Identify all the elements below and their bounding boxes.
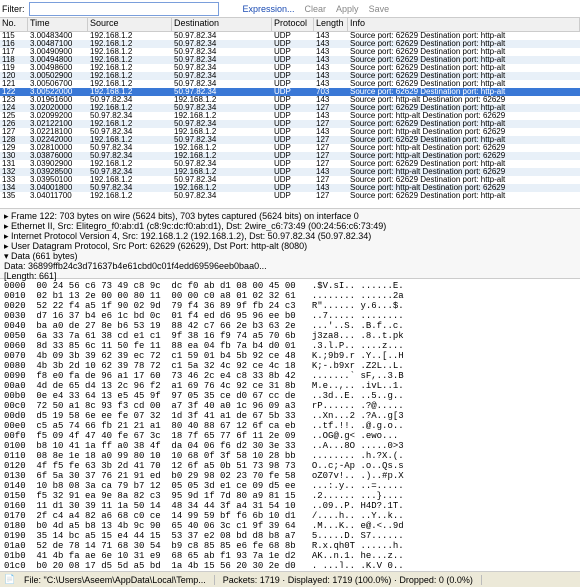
file-icon: 📄: [4, 574, 16, 586]
col-time[interactable]: Time: [28, 18, 88, 31]
filter-toolbar: Filter: Expression... Clear Apply Save: [0, 0, 580, 18]
detail-line[interactable]: ▾ Data (661 bytes): [4, 251, 576, 261]
packet-row[interactable]: 1243.02020000192.168.1.250.97.82.34UDP12…: [0, 104, 580, 112]
packet-row[interactable]: 1173.00490900192.168.1.250.97.82.34UDP14…: [0, 48, 580, 56]
col-destination[interactable]: Destination: [172, 18, 272, 31]
status-file: File: "C:\Users\Aseem\AppData\Local\Temp…: [24, 575, 215, 585]
col-source[interactable]: Source: [88, 18, 172, 31]
col-length[interactable]: Length: [314, 18, 348, 31]
packet-row[interactable]: 1213.00506700192.168.1.250.97.82.34UDP14…: [0, 80, 580, 88]
packet-list-header: No. Time Source Destination Protocol Len…: [0, 18, 580, 32]
packet-row[interactable]: 1263.02122100192.168.1.250.97.82.34UDP12…: [0, 120, 580, 128]
packet-row[interactable]: 1333.03950100192.168.1.250.97.82.34UDP12…: [0, 176, 580, 184]
packet-row[interactable]: 1163.00487100192.168.1.250.97.82.34UDP14…: [0, 40, 580, 48]
detail-line[interactable]: ▸ Internet Protocol Version 4, Src: 192.…: [4, 231, 576, 241]
packet-row[interactable]: 1343.0400180050.97.82.34192.168.1.2UDP14…: [0, 184, 580, 192]
col-no[interactable]: No.: [0, 18, 28, 31]
detail-line[interactable]: ▸ Ethernet II, Src: Elitegro_f0:ab:d1 (c…: [4, 221, 576, 231]
packet-row[interactable]: 1193.00498600192.168.1.250.97.82.34UDP14…: [0, 64, 580, 72]
packet-details-pane[interactable]: ▸ Frame 122: 703 bytes on wire (5624 bit…: [0, 208, 580, 278]
packet-row[interactable]: 1313.03902900192.168.1.250.97.82.34UDP12…: [0, 160, 580, 168]
hex-dump-pane[interactable]: 0000 00 24 56 c6 73 49 c8 9c dc f0 ab d1…: [0, 278, 580, 568]
expression-link[interactable]: Expression...: [243, 4, 295, 14]
detail-line[interactable]: ▸ Frame 122: 703 bytes on wire (5624 bit…: [4, 211, 576, 221]
status-bar: 📄 File: "C:\Users\Aseem\AppData\Local\Te…: [0, 571, 580, 587]
col-info[interactable]: Info: [348, 18, 580, 31]
filter-input[interactable]: [29, 2, 219, 16]
packet-row[interactable]: 1183.00494800192.168.1.250.97.82.34UDP14…: [0, 56, 580, 64]
packet-row[interactable]: 1293.0281000050.97.82.34192.168.1.2UDP12…: [0, 144, 580, 152]
save-button[interactable]: Save: [369, 4, 390, 14]
col-protocol[interactable]: Protocol: [272, 18, 314, 31]
clear-button[interactable]: Clear: [305, 4, 327, 14]
packet-row[interactable]: 1203.00502900192.168.1.250.97.82.34UDP14…: [0, 72, 580, 80]
packet-row[interactable]: 1153.00483400192.168.1.250.97.82.34UDP14…: [0, 32, 580, 40]
packet-row[interactable]: 1233.0196160050.97.82.34192.168.1.2UDP14…: [0, 96, 580, 104]
detail-line[interactable]: ▸ User Datagram Protocol, Src Port: 6262…: [4, 241, 576, 251]
packet-row[interactable]: 1283.02242000192.168.1.250.97.82.34UDP12…: [0, 136, 580, 144]
status-packets: Packets: 1719 · Displayed: 1719 (100.0%)…: [223, 575, 482, 585]
packet-row[interactable]: 1303.0387600050.97.82.34192.168.1.2UDP12…: [0, 152, 580, 160]
packet-row[interactable]: 1223.00522000192.168.1.250.97.82.34UDP70…: [0, 88, 580, 96]
packet-row[interactable]: 1253.0209920050.97.82.34192.168.1.2UDP14…: [0, 112, 580, 120]
filter-label: Filter:: [2, 4, 25, 14]
detail-line[interactable]: Data: 36899ffb24c3d71637b4e61cbd0c01f4ed…: [4, 261, 576, 271]
packet-list[interactable]: 1153.00483400192.168.1.250.97.82.34UDP14…: [0, 32, 580, 208]
apply-button[interactable]: Apply: [336, 4, 359, 14]
packet-row[interactable]: 1273.0221810050.97.82.34192.168.1.2UDP14…: [0, 128, 580, 136]
packet-row[interactable]: 1353.04011700192.168.1.250.97.82.34UDP12…: [0, 192, 580, 200]
packet-row[interactable]: 1323.0392850050.97.82.34192.168.1.2UDP14…: [0, 168, 580, 176]
